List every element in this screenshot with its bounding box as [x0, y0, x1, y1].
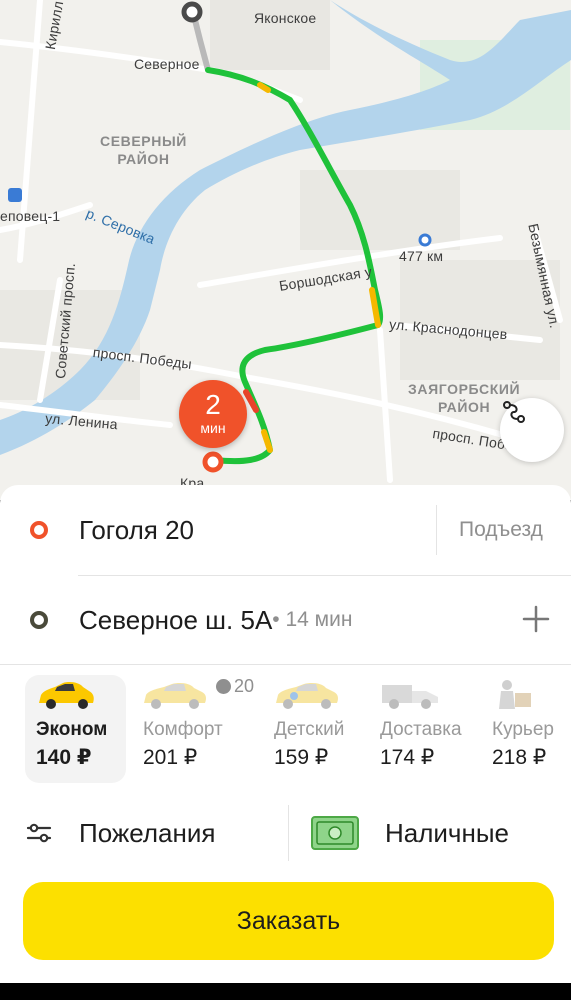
payment-method-button[interactable]: Наличные: [311, 805, 509, 861]
tariff-price: 140 ₽: [36, 746, 92, 769]
trip-duration: • 14 мин: [272, 608, 353, 631]
tariff-price: 218 ₽: [492, 746, 547, 769]
tariff-kids[interactable]: Детский 159 ₽: [270, 675, 366, 783]
eta-value: 2: [205, 389, 221, 420]
tariff-name: Курьер: [492, 719, 554, 740]
map-label-477km: 477 км: [399, 248, 444, 264]
order-button[interactable]: Заказать: [23, 882, 554, 960]
tariff-name: Комфорт: [143, 719, 223, 740]
tariff-name: Эконом: [36, 719, 108, 740]
car-comfort-icon: [144, 683, 206, 709]
plus-icon: [522, 605, 550, 633]
payment-label: Наличные: [385, 817, 509, 848]
district-severny: СЕВЕРНЫЙ РАЙОН: [100, 133, 187, 167]
wishes-label: Пожелания: [79, 817, 216, 848]
plus-points-icon: [216, 679, 231, 694]
map-label-station: еповец-1: [0, 208, 61, 224]
route-icon: [503, 401, 525, 423]
order-sheet: Гоголя 20 Подъезд Северное ш. 5А • 14 ми…: [0, 485, 571, 983]
system-nav-bar: [0, 983, 571, 1000]
divider-vertical: [288, 805, 289, 861]
tariff-selector: Эконом 140 ₽ Комфорт 201 ₽ 20 Детский 15…: [0, 675, 571, 785]
courier-icon: [499, 680, 531, 709]
car-economy-icon: [39, 682, 94, 709]
to-dot-icon: [30, 611, 48, 629]
eta-unit: мин: [200, 420, 226, 436]
sliders-icon: [26, 823, 52, 843]
tariff-delivery[interactable]: Доставка 174 ₽: [378, 675, 474, 783]
from-address: Гоголя 20: [79, 514, 194, 545]
tariff-economy[interactable]: Эконом 140 ₽: [25, 675, 126, 783]
tariff-name: Детский: [274, 719, 345, 740]
delivery-car-icon: [382, 685, 438, 709]
divider-vertical: [436, 505, 437, 555]
show-route-button[interactable]: [500, 398, 564, 462]
divider: [0, 664, 571, 665]
route-end-marker: [181, 1, 203, 23]
plus-points: 20: [234, 676, 255, 696]
pickup-marker: [202, 451, 224, 473]
tariff-name: Доставка: [380, 719, 462, 740]
from-dot-icon: [30, 521, 48, 539]
to-address: Северное ш. 5А: [79, 604, 273, 635]
add-stop-button[interactable]: [522, 605, 550, 633]
map-label-yakonskoe: Яконское: [254, 10, 317, 26]
eta-bubble: 2 мин: [179, 380, 247, 448]
entrance-button[interactable]: Подъезд: [459, 518, 543, 542]
cash-icon: [311, 816, 359, 850]
tariff-courier[interactable]: Курьер 218 ₽: [489, 675, 571, 783]
tariff-price: 201 ₽: [143, 746, 198, 769]
to-address-row[interactable]: Северное ш. 5А • 14 мин: [0, 576, 571, 664]
plus-badge: 20: [216, 676, 254, 697]
tariff-price: 159 ₽: [274, 746, 329, 769]
map-view[interactable]: Яконское Северное Кирилл р. Серовка епов…: [0, 0, 571, 500]
tariff-price: 174 ₽: [380, 746, 435, 769]
car-kids-icon: [276, 683, 338, 709]
map-label-severnoe: Северное: [134, 56, 200, 72]
wishes-button[interactable]: Пожелания: [26, 805, 215, 861]
